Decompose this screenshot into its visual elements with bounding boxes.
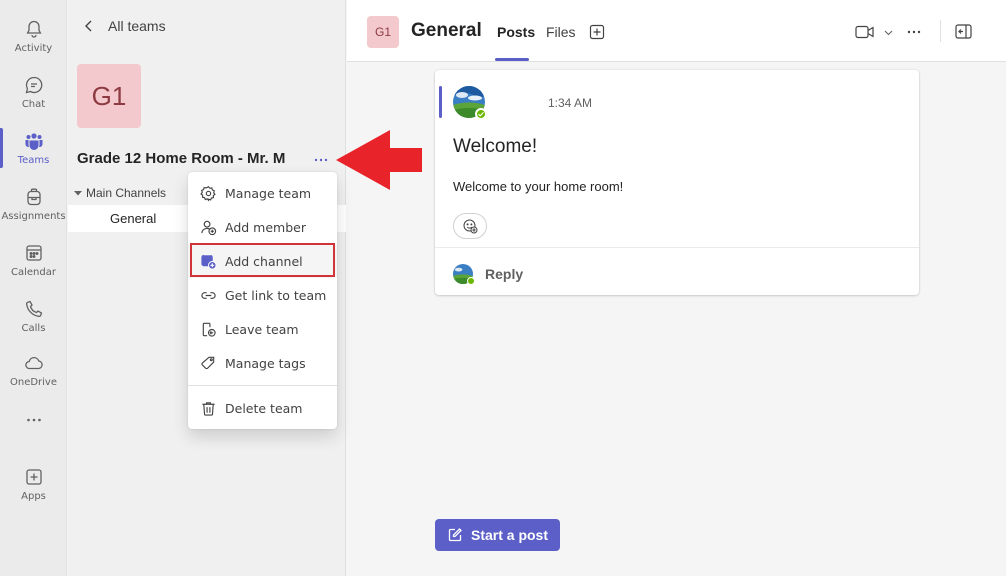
- post-timestamp: 1:34 AM: [548, 96, 593, 110]
- rail-label: Apps: [21, 490, 46, 502]
- menu-item-label: Get link to team: [225, 287, 327, 303]
- start-post-button[interactable]: Start a post: [435, 519, 560, 551]
- compose-icon: [448, 528, 462, 542]
- team-options-menu: Manage team Add member Add channel Get l…: [188, 172, 337, 429]
- presence-available-icon: [467, 277, 475, 285]
- teams-icon: [24, 132, 43, 150]
- add-tab-icon: [589, 24, 605, 40]
- channel-main: G1 General Posts Files 1:34 AM Welcome!: [347, 0, 1006, 576]
- highlight-annotation-box: [190, 243, 335, 277]
- presence-available-icon: [475, 108, 487, 120]
- menu-item-label: Delete team: [225, 400, 303, 416]
- avatar[interactable]: [453, 86, 487, 120]
- calendar-icon: [25, 244, 42, 261]
- plus-square-icon: [25, 468, 42, 485]
- add-tab-button[interactable]: [589, 24, 605, 40]
- app-rail: Activity Chat Teams Assignments Calendar…: [0, 0, 67, 576]
- tab-posts[interactable]: Posts: [497, 24, 535, 40]
- menu-item-leave-team[interactable]: Leave team: [188, 312, 337, 346]
- rail-label: Calls: [21, 322, 46, 334]
- rail-label: Activity: [14, 42, 53, 54]
- menu-item-get-link[interactable]: Get link to team: [188, 278, 337, 312]
- team-name[interactable]: Grade 12 Home Room - Mr. M: [77, 150, 285, 167]
- post-subject: Welcome!: [453, 136, 538, 157]
- start-post-label: Start a post: [470, 527, 548, 543]
- rail-item-teams[interactable]: Teams: [0, 120, 67, 176]
- menu-item-manage-team[interactable]: Manage team: [188, 176, 337, 210]
- rail-label: Teams: [17, 154, 50, 166]
- rail-label: Calendar: [11, 266, 56, 278]
- channel-section-header[interactable]: Main Channels: [74, 186, 166, 200]
- rail-item-onedrive[interactable]: OneDrive: [0, 342, 67, 398]
- channel-info-button[interactable]: [955, 24, 972, 39]
- post-accent-bar: [439, 86, 442, 118]
- leave-icon: [202, 322, 216, 337]
- reply-button[interactable]: Reply: [453, 264, 524, 285]
- chevron-down-icon: [884, 30, 893, 35]
- post-card: 1:34 AM Welcome! Welcome to your home ro…: [435, 70, 919, 295]
- menu-divider: [188, 385, 337, 386]
- rail-item-activity[interactable]: Activity: [0, 8, 67, 64]
- back-to-all-teams[interactable]: All teams: [82, 18, 166, 34]
- channel-label: General: [110, 211, 157, 226]
- chat-icon: [25, 76, 42, 93]
- avatar: [453, 264, 475, 285]
- menu-item-label: Manage tags: [225, 355, 306, 371]
- link-icon: [201, 292, 216, 299]
- section-label: Main Channels: [86, 186, 167, 200]
- cloud-icon: [24, 356, 43, 369]
- rail-label: Assignments: [1, 210, 66, 222]
- rail-item-more[interactable]: [0, 392, 67, 448]
- trash-icon: [202, 402, 215, 416]
- menu-item-label: Add member: [225, 219, 306, 235]
- add-reaction-button[interactable]: [453, 213, 487, 239]
- more-horizontal-icon: [907, 30, 921, 34]
- chevron-left-icon: [85, 20, 92, 32]
- menu-item-label: Manage team: [225, 185, 312, 201]
- active-tab-indicator: [495, 58, 529, 61]
- menu-item-manage-tags[interactable]: Manage tags: [188, 346, 337, 380]
- post-body: Welcome to your home room!: [453, 179, 624, 194]
- team-avatar: G1: [77, 64, 141, 128]
- rail-item-calendar[interactable]: Calendar: [0, 232, 67, 288]
- channel-header: G1 General Posts Files: [347, 0, 1006, 62]
- rail-label: OneDrive: [9, 376, 58, 388]
- gear-icon: [200, 185, 216, 202]
- channel-more-options-button[interactable]: [906, 24, 922, 40]
- menu-item-delete-team[interactable]: Delete team: [188, 391, 337, 425]
- rail-item-calls[interactable]: Calls: [0, 288, 67, 344]
- more-horizontal-icon: [314, 158, 328, 162]
- menu-item-label: Leave team: [225, 321, 299, 337]
- rail-item-assignments[interactable]: Assignments: [0, 176, 67, 232]
- tag-icon: [201, 356, 215, 370]
- menu-item-add-member[interactable]: Add member: [188, 210, 337, 244]
- annotation-arrow-icon: [336, 130, 422, 190]
- rail-label: Chat: [21, 98, 46, 110]
- post-divider: [435, 247, 919, 248]
- channel-title: General: [411, 20, 482, 41]
- bell-icon: [26, 20, 41, 38]
- team-more-options-button[interactable]: [311, 150, 331, 170]
- back-label: All teams: [108, 18, 166, 34]
- tab-files[interactable]: Files: [546, 24, 576, 40]
- meet-button[interactable]: [855, 25, 893, 39]
- more-horizontal-icon: [26, 418, 41, 422]
- caret-down-icon: [74, 191, 82, 196]
- reply-label: Reply: [485, 266, 524, 282]
- rail-item-apps[interactable]: Apps: [0, 456, 67, 512]
- video-camera-icon: [855, 25, 874, 39]
- channel-avatar: G1: [367, 16, 399, 48]
- rail-item-chat[interactable]: Chat: [0, 64, 67, 120]
- add-person-icon: [201, 220, 217, 236]
- side-panel-icon: [955, 24, 972, 39]
- phone-icon: [25, 300, 42, 317]
- header-divider: [940, 20, 941, 42]
- backpack-icon: [26, 188, 41, 205]
- emoji-add-icon: [463, 219, 478, 234]
